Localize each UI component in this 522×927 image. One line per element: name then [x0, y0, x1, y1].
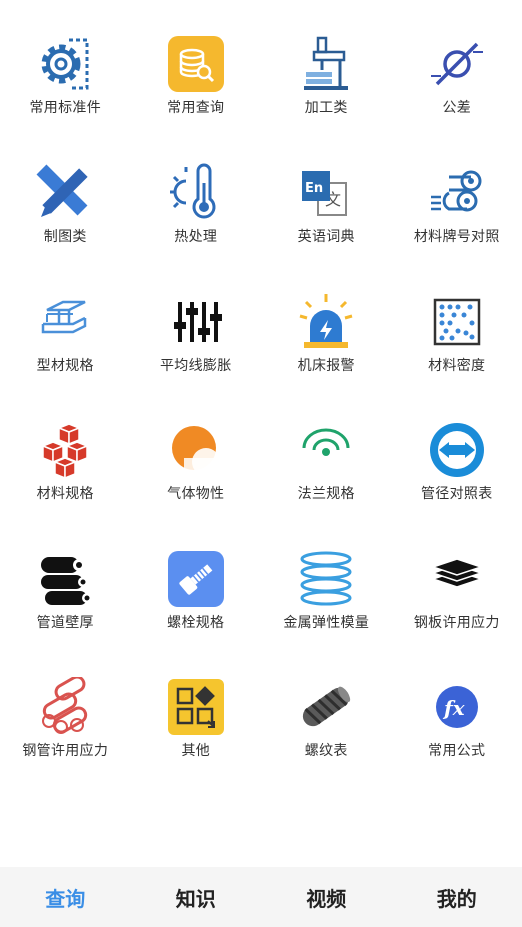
grid-item-label: 制图类: [43, 229, 87, 245]
pipes-icon: [35, 549, 95, 609]
tab-mine[interactable]: 我的: [392, 867, 522, 927]
i-beam-icon: [35, 292, 95, 352]
grid-item-label: 钢管许用应力: [22, 743, 109, 759]
coin-search-icon: [166, 34, 226, 94]
grid-item-standard-parts[interactable]: 常用标准件: [0, 0, 131, 129]
grid-item-label: 热处理: [174, 229, 218, 245]
grid-item-label: 公差: [442, 100, 472, 116]
alarm-light-icon: [296, 292, 356, 352]
grid-item-label: 材料规格: [36, 486, 94, 502]
cubes-icon: [35, 420, 95, 480]
grid-item-english-dictionary[interactable]: 文 En 英语词典: [261, 129, 392, 258]
grid-item-label: 管道壁厚: [36, 614, 94, 631]
sliders-icon: [166, 292, 226, 352]
grid-item-heat-treatment[interactable]: 热处理: [131, 129, 262, 258]
grid-item-gas-properties[interactable]: 气体物性: [131, 386, 262, 515]
tab-query[interactable]: 查询: [0, 867, 131, 927]
grid-item-label: 其他: [181, 743, 211, 759]
steel-plates-icon: [427, 549, 487, 609]
thermometer-sun-icon: [166, 163, 226, 223]
grid-item-label: 金属弹性模量: [283, 614, 370, 631]
function-grid: 常用标准件 常用查询 加工类 公差 制图类 热处理 文 En 英语词典 材料牌号…: [0, 0, 522, 772]
grid-item-material-spec[interactable]: 材料规格: [0, 386, 131, 515]
steel-pipes-icon: [35, 677, 95, 737]
grid-item-label: 管径对照表: [421, 486, 493, 502]
thread-rod-icon: [296, 677, 356, 737]
grid-row: 管道壁厚 螺栓规格 金属弹性模量 钢板许用应力: [0, 515, 522, 644]
grid-item-plate-stress[interactable]: 钢板许用应力: [392, 515, 522, 644]
microscope-machine-icon: [296, 34, 356, 94]
grid-item-common-query[interactable]: 常用查询: [131, 0, 262, 129]
grid-item-thread-table[interactable]: 螺纹表: [261, 643, 392, 772]
grid-item-label: 型材规格: [36, 357, 94, 374]
grid-item-label: 螺栓规格: [167, 614, 225, 631]
other-apps-icon: [166, 677, 226, 737]
grid-item-label: 常用公式: [428, 743, 486, 759]
grid-item-pipe-diameter[interactable]: 管径对照表: [392, 386, 522, 515]
flange-icon: [296, 420, 356, 480]
grid-item-label: 常用标准件: [29, 100, 101, 116]
bottom-tab-bar: 查询 知识 视频 我的: [0, 867, 522, 927]
grid-item-pipe-wall[interactable]: 管道壁厚: [0, 515, 131, 644]
grid-item-common-formula[interactable]: fx 常用公式: [392, 643, 522, 772]
grid-row: 常用标准件 常用查询 加工类 公差: [0, 0, 522, 129]
grid-item-material-density[interactable]: 材料密度: [392, 258, 522, 387]
grid-item-profile-spec[interactable]: 型材规格: [0, 258, 131, 387]
grid-item-elastic-modulus[interactable]: 金属弹性模量: [261, 515, 392, 644]
gas-bubble-icon: [166, 420, 226, 480]
grid-item-label: 钢板许用应力: [413, 614, 500, 631]
pipe-diameter-icon: [427, 420, 487, 480]
grid-item-label: 气体物性: [167, 486, 225, 502]
formula-fx-icon: fx: [427, 677, 487, 737]
grid-item-other[interactable]: 其他: [131, 643, 262, 772]
tab-knowledge[interactable]: 知识: [131, 867, 262, 927]
grid-row: 材料规格 气体物性 法兰规格 管径对照表: [0, 386, 522, 515]
grid-item-linear-expansion[interactable]: 平均线膨胀: [131, 258, 262, 387]
grid-item-label: 法兰规格: [297, 486, 355, 502]
spring-coil-icon: [296, 549, 356, 609]
grid-item-drawing[interactable]: 制图类: [0, 129, 131, 258]
grid-item-machining[interactable]: 加工类: [261, 0, 392, 129]
grid-item-label: 材料牌号对照: [413, 229, 500, 245]
grid-row: 制图类 热处理 文 En 英语词典 材料牌号对照: [0, 129, 522, 258]
grid-row: 钢管许用应力 其他 螺纹表 fx 常用公式: [0, 643, 522, 772]
svg-text:fx: fx: [442, 696, 466, 720]
grid-item-label: 常用查询: [167, 100, 225, 116]
density-dots-icon: [427, 292, 487, 352]
grid-item-machine-alarm[interactable]: 机床报警: [261, 258, 392, 387]
grid-item-tolerance[interactable]: 公差: [392, 0, 522, 129]
grid-item-bolt-spec[interactable]: 螺栓规格: [131, 515, 262, 644]
tolerance-symbol-icon: [427, 34, 487, 94]
grid-item-flange-spec[interactable]: 法兰规格: [261, 386, 392, 515]
pencil-ruler-icon: [35, 163, 95, 223]
grid-item-label: 材料密度: [428, 357, 486, 374]
grid-item-material-grade[interactable]: 材料牌号对照: [392, 129, 522, 258]
tab-video[interactable]: 视频: [261, 867, 392, 927]
english-dictionary-icon: 文 En: [296, 163, 356, 223]
grid-item-label: 英语词典: [297, 229, 355, 245]
grid-item-label: 机床报警: [297, 357, 355, 374]
gear-doc-icon: [35, 34, 95, 94]
grid-row: 型材规格 平均线膨胀 机床报警 材料密度: [0, 258, 522, 387]
grid-item-label: 平均线膨胀: [160, 357, 232, 374]
grid-item-label: 加工类: [304, 100, 348, 116]
bolt-icon: [166, 549, 226, 609]
material-rolls-icon: [427, 163, 487, 223]
grid-item-label: 螺纹表: [304, 743, 348, 759]
grid-item-pipe-stress[interactable]: 钢管许用应力: [0, 643, 131, 772]
svg-text:En: En: [305, 181, 323, 196]
